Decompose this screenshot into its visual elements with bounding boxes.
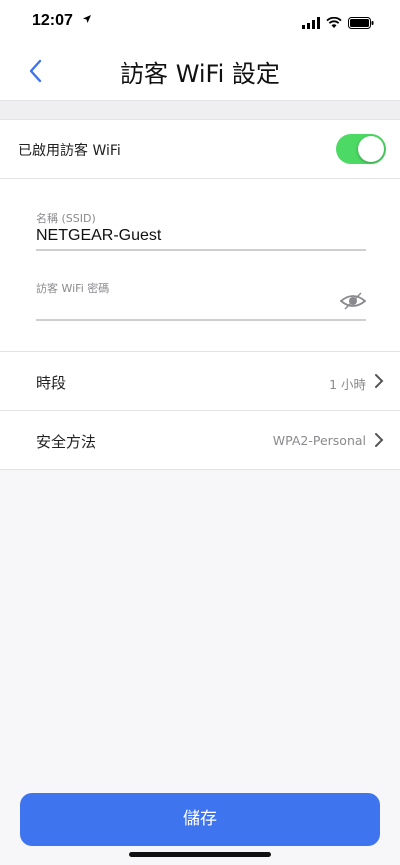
toggle-knob [358, 136, 384, 162]
wifi-icon [326, 14, 342, 33]
duration-value: 1 小時 [329, 377, 366, 392]
duration-label: 時段 [36, 374, 67, 392]
page-title: 訪客 WiFi 設定 [120, 60, 280, 88]
password-underline [36, 319, 366, 321]
enable-guest-wifi-label: 已啟用訪客 WiFi [18, 143, 121, 159]
signal-icon [302, 14, 320, 33]
home-indicator [129, 852, 271, 857]
eye-icon[interactable] [339, 291, 367, 311]
navigation-bar: 訪客 WiFi 設定 [0, 44, 400, 100]
password-label: 訪客 WiFi 密碼 [36, 282, 110, 295]
battery-icon [348, 14, 374, 33]
enable-guest-wifi-toggle[interactable] [336, 134, 386, 164]
status-bar: 12:07 [0, 0, 400, 44]
duration-row[interactable]: 時段 1 小時 [0, 352, 400, 411]
wifi-credentials-section: 名稱 (SSID) NETGEAR-Guest 訪客 WiFi 密碼 [0, 179, 400, 352]
ssid-label: 名稱 (SSID) [36, 212, 96, 225]
save-button[interactable]: 儲存 [20, 793, 380, 846]
location-arrow-icon [82, 13, 92, 28]
chevron-right-icon [375, 433, 384, 447]
security-method-label: 安全方法 [36, 433, 97, 451]
enable-guest-wifi-row: 已啟用訪客 WiFi [0, 120, 400, 179]
chevron-right-icon [375, 374, 384, 388]
ssid-underline [36, 249, 366, 251]
security-method-row[interactable]: 安全方法 WPA2-Personal [0, 411, 400, 470]
ssid-input[interactable]: NETGEAR-Guest [36, 227, 161, 245]
status-time: 12:07 [32, 12, 73, 29]
section-divider [0, 100, 400, 120]
security-method-value: WPA2-Personal [272, 433, 366, 448]
